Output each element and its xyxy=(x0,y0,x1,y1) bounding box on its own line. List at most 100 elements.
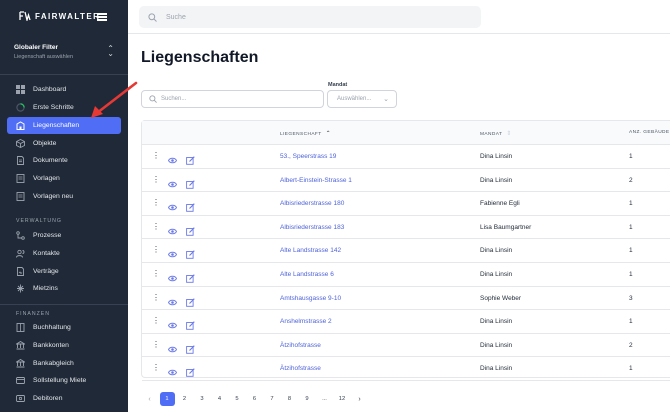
sidebar-item-liegenschaften[interactable]: Liegenschaften xyxy=(7,117,121,134)
document-icon xyxy=(17,156,24,165)
global-filter[interactable]: Globaler Filter Liegenschaft auswählen ⌃… xyxy=(14,44,114,60)
liegenschaft-link[interactable]: 53., Speerstrass 19 xyxy=(280,153,336,160)
column-header-mandat[interactable]: MANDAT ⇕ xyxy=(480,130,512,137)
liegenschaft-link[interactable]: Alte Landstrasse 6 xyxy=(280,271,334,278)
mandat-filter-select[interactable]: Auswählen... ⌄ xyxy=(327,90,397,108)
sidebar-item-objekte[interactable]: Objekte xyxy=(7,135,121,152)
table-row[interactable]: ⋮ Ätzihofstrasse Dina Linsin 1 xyxy=(142,357,670,381)
sidebar-item-bankabgleich[interactable]: Bankabgleich xyxy=(7,355,121,372)
row-menu-icon[interactable]: ⋮ xyxy=(152,340,160,349)
row-menu-icon[interactable]: ⋮ xyxy=(152,151,160,160)
pagination-page-button[interactable]: 6 xyxy=(247,392,262,406)
row-menu-icon[interactable]: ⋮ xyxy=(152,316,160,325)
liegenschaft-link[interactable]: Alte Landstrasse 142 xyxy=(280,247,341,254)
sidebar-item-label: Bankabgleich xyxy=(33,360,74,367)
sidebar-item-bankkonten[interactable]: Bankkonten xyxy=(7,337,121,354)
row-menu-icon[interactable]: ⋮ xyxy=(152,222,160,231)
sidebar-item-dokumente[interactable]: Dokumente xyxy=(7,152,121,169)
view-eye-icon[interactable] xyxy=(167,364,178,376)
row-menu-icon[interactable]: ⋮ xyxy=(152,269,160,278)
table-search-input[interactable]: Suchen... xyxy=(141,90,324,108)
sidebar-item-vorlagen-neu[interactable]: Vorlagen neu xyxy=(7,188,121,205)
table-row[interactable]: ⋮ Ätzihofstrasse Dina Linsin 2 xyxy=(142,334,670,358)
sidebar-item-prozesse[interactable]: Prozesse xyxy=(7,227,121,244)
edit-icon[interactable] xyxy=(186,270,195,283)
edit-icon[interactable] xyxy=(186,199,195,212)
view-eye-icon[interactable] xyxy=(167,199,178,211)
sidebar-item-dashboard[interactable]: Dashboard xyxy=(7,81,121,98)
search-icon xyxy=(149,95,157,103)
sidebar-item-label: Vorlagen xyxy=(33,175,60,182)
pagination-page-button[interactable]: 12 xyxy=(335,392,350,406)
global-search-input[interactable]: Suche xyxy=(139,6,481,28)
table-row[interactable]: ⋮ Alte Landstrasse 142 Dina Linsin 1 xyxy=(142,239,670,263)
view-eye-icon[interactable] xyxy=(167,317,178,329)
pagination-page-button[interactable]: 3 xyxy=(195,392,210,406)
sidebar-item-mietzins[interactable]: Mietzins xyxy=(7,280,121,297)
pagination-page-button[interactable]: 4 xyxy=(212,392,227,406)
table-row[interactable]: ⋮ Amtshausgasse 9-10 Sophie Weber 3 xyxy=(142,287,670,311)
liegenschaft-link[interactable]: Anshelmstrasse 2 xyxy=(280,318,332,325)
view-eye-icon[interactable] xyxy=(167,294,178,305)
row-menu-icon[interactable]: ⋮ xyxy=(152,293,160,302)
contract-icon xyxy=(17,267,24,276)
liegenschaft-link[interactable]: Albisriederstrasse 180 xyxy=(280,200,344,207)
pagination-prev-button[interactable]: ‹ xyxy=(142,392,157,406)
sidebar-item-debitoren[interactable]: Debitoren xyxy=(7,390,121,407)
sidebar-item-vertraege[interactable]: Verträge xyxy=(7,263,121,280)
global-filter-subtitle: Liegenschaft auswählen xyxy=(14,54,74,60)
sidebar-item-sollstellung-miete[interactable]: Sollstellung Miete xyxy=(7,372,121,389)
row-menu-icon[interactable]: ⋮ xyxy=(152,175,160,184)
pagination-page-button[interactable]: 2 xyxy=(177,392,192,406)
view-eye-icon[interactable] xyxy=(167,176,178,187)
edit-icon[interactable] xyxy=(186,223,195,236)
liegenschaft-link[interactable]: Albisriederstrasse 183 xyxy=(280,224,344,231)
mandat-cell: Sophie Weber xyxy=(480,294,522,302)
table-row[interactable]: ⋮ Alte Landstrasse 6 Dina Linsin 1 xyxy=(142,263,670,287)
pagination: ‹ 1 2 3 4 5 6 7 8 9... 12 › xyxy=(142,392,370,406)
view-eye-icon[interactable] xyxy=(167,223,178,234)
row-menu-icon[interactable]: ⋮ xyxy=(152,245,160,254)
row-menu-icon[interactable]: ⋮ xyxy=(152,198,160,207)
edit-icon[interactable] xyxy=(186,176,195,189)
view-eye-icon[interactable] xyxy=(167,341,178,352)
liegenschaft-link[interactable]: Ätzihofstrasse xyxy=(280,365,321,372)
pagination-page-button[interactable]: 1 xyxy=(159,392,175,406)
column-header-anz-gebaeude[interactable]: ANZ. GEBÄUDE xyxy=(629,130,670,135)
table-row[interactable]: ⋮ Albert-Einstein-Strasse 1 Dina Linsin 2 xyxy=(142,169,670,193)
column-header-liegenschaft[interactable]: LIEGENSCHAFT ⌃ xyxy=(280,130,331,137)
table-row[interactable]: ⋮ 53., Speerstrass 19 Dina Linsin 1 xyxy=(142,145,670,169)
sidebar-item-buchhaltung[interactable]: Buchhaltung xyxy=(7,319,121,336)
liegenschaft-link[interactable]: Amtshausgasse 9-10 xyxy=(280,295,341,302)
sort-icon: ⇕ xyxy=(506,131,512,137)
view-eye-icon[interactable] xyxy=(167,270,178,282)
view-eye-icon[interactable] xyxy=(167,152,178,164)
brand-logo[interactable]: FAIRWALTER xyxy=(19,11,100,21)
sidebar-item-erste-schritte[interactable]: Erste Schritte xyxy=(7,99,121,116)
sidebar-item-kontakte[interactable]: Kontakte xyxy=(7,245,121,262)
sidebar: FAIRWALTER Globaler Filter Liegenschaft … xyxy=(0,0,128,412)
sidebar-item-label: Bankkonten xyxy=(33,342,69,349)
sidebar-item-vorlagen[interactable]: Vorlagen xyxy=(7,170,121,187)
edit-icon[interactable] xyxy=(186,246,195,260)
menu-toggle-icon[interactable] xyxy=(97,13,107,21)
pagination-page-button[interactable]: 9 xyxy=(300,392,315,406)
edit-icon[interactable] xyxy=(186,294,195,307)
pagination-next-button[interactable]: › xyxy=(352,392,367,406)
row-menu-icon[interactable]: ⋮ xyxy=(152,363,160,372)
table-row[interactable]: ⋮ Albisriederstrasse 180 Fabienne Egli 1 xyxy=(142,192,670,216)
pagination-page-button[interactable]: 8 xyxy=(282,392,297,406)
edit-icon[interactable] xyxy=(186,341,195,354)
liegenschaft-link[interactable]: Ätzihofstrasse xyxy=(280,342,321,349)
edit-icon[interactable] xyxy=(186,152,195,165)
table-row[interactable]: ⋮ Albisriederstrasse 183 Lisa Baumgartner 1 xyxy=(142,216,670,240)
edit-icon[interactable] xyxy=(186,317,195,330)
view-eye-icon[interactable] xyxy=(167,246,178,258)
edit-icon[interactable] xyxy=(186,364,195,378)
pagination-page-button[interactable]: 5 xyxy=(230,392,245,406)
pagination-page-button[interactable]: 7 xyxy=(265,392,280,406)
liegenschaft-link[interactable]: Albert-Einstein-Strasse 1 xyxy=(280,177,352,184)
pagination-ellipsis[interactable]: ... xyxy=(317,392,332,406)
table-row[interactable]: ⋮ Anshelmstrasse 2 Dina Linsin 1 xyxy=(142,310,670,334)
section-label-finanzen: FINANZEN xyxy=(16,311,50,317)
